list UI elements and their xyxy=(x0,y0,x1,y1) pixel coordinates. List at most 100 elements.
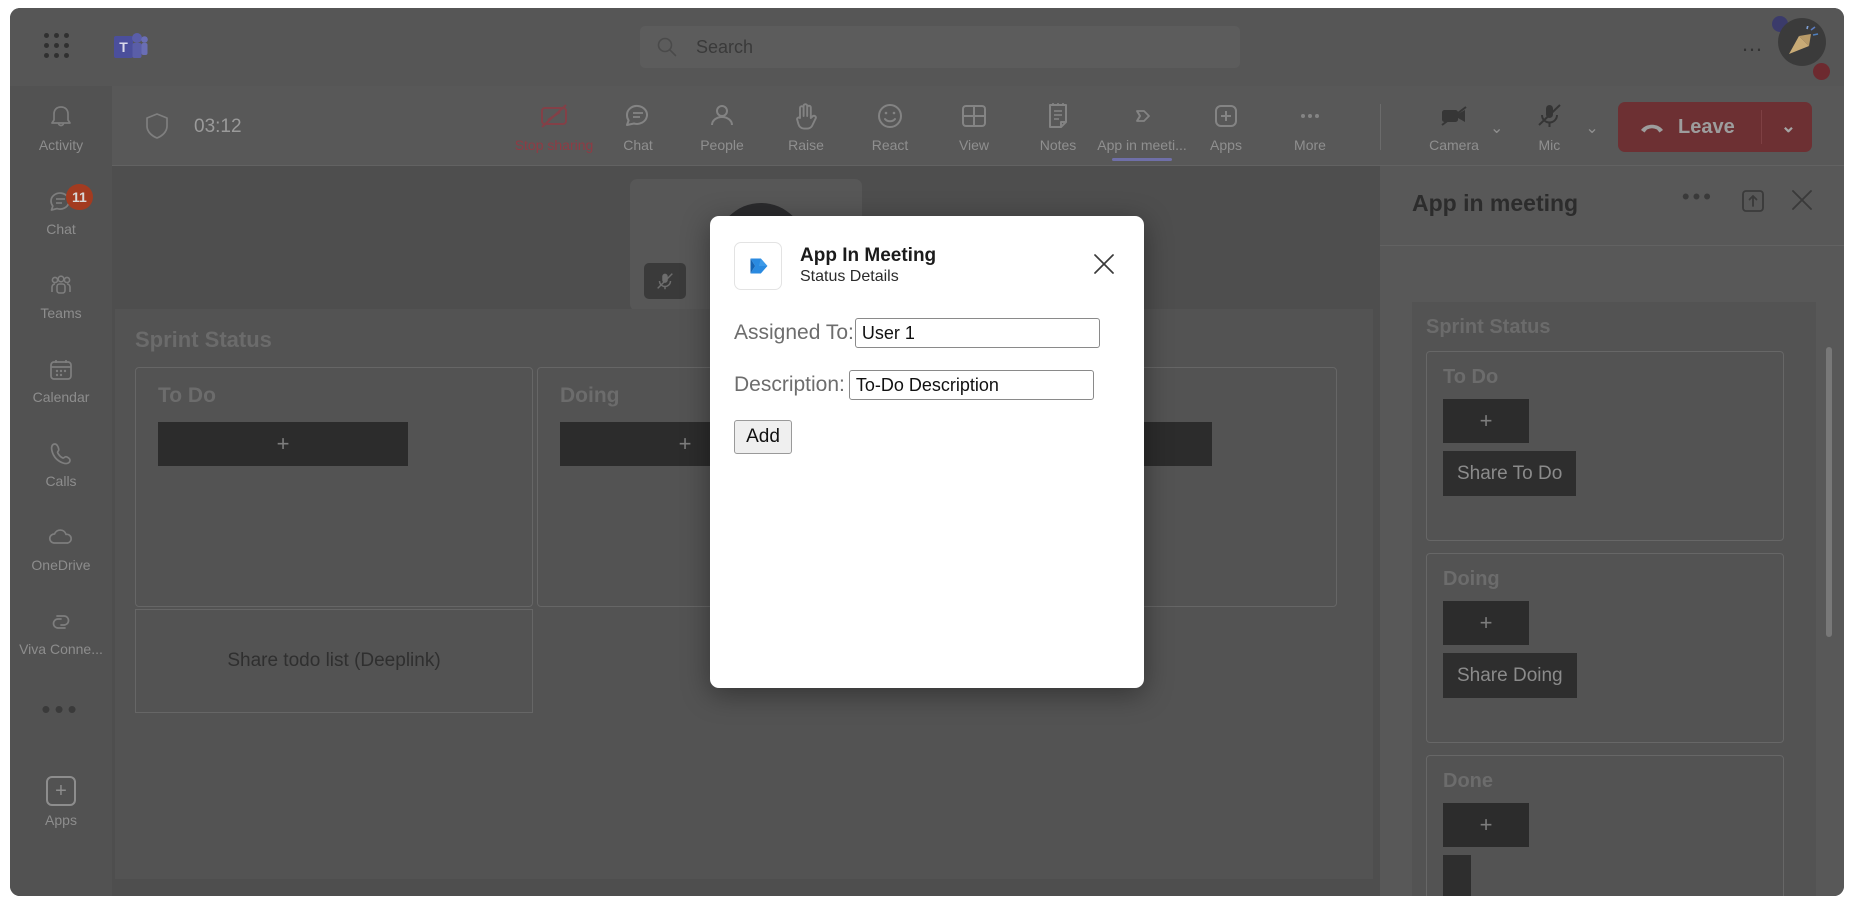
confetti-icon xyxy=(1785,24,1819,58)
calendar-icon xyxy=(47,356,75,384)
panel-board-title: Sprint Status xyxy=(1426,316,1551,338)
phone-icon xyxy=(47,440,75,468)
notes-icon xyxy=(1042,100,1074,132)
toolbar-chat[interactable]: Chat xyxy=(596,92,680,153)
dialog-subtitle: Status Details xyxy=(800,268,899,286)
close-icon[interactable] xyxy=(1092,252,1116,276)
sidebar-item-chat[interactable]: 11 Chat xyxy=(10,170,112,254)
leave-chevron-down-icon[interactable]: ⌄ xyxy=(1781,116,1796,137)
dialog-titles: App In Meeting Status Details xyxy=(800,244,936,289)
panel-more-button[interactable]: ••• xyxy=(1682,186,1714,208)
toolbar-notes[interactable]: Notes xyxy=(1016,92,1100,153)
phone-hangup-icon xyxy=(1638,113,1666,141)
toolbar-more[interactable]: More xyxy=(1268,92,1352,153)
column-title: To Do xyxy=(1443,366,1499,388)
sidebar-item-teams[interactable]: Teams xyxy=(10,254,112,338)
dialog-app-name: App In Meeting xyxy=(800,244,937,266)
description-label: Description: xyxy=(734,373,845,396)
stop-sharing-icon xyxy=(538,100,570,132)
toolbar-label: People xyxy=(700,137,744,153)
sidebar-item-activity[interactable]: Activity xyxy=(10,86,112,170)
add-button[interactable]: Add xyxy=(734,420,792,454)
toolbar-stop-sharing[interactable]: Stop sharing xyxy=(512,92,596,153)
ellipsis-icon xyxy=(1294,100,1326,132)
sidebar-more-button[interactable]: ••• xyxy=(10,674,112,744)
app-launcher-icon[interactable] xyxy=(42,31,72,61)
panel-column-done: Done + xyxy=(1426,755,1784,896)
toolbar-raise-hand[interactable]: Raise xyxy=(764,92,848,153)
toolbar-app-in-meeting[interactable]: App in meeti... xyxy=(1097,92,1187,161)
toolbar-label: Camera xyxy=(1429,137,1479,153)
add-todo-button[interactable]: + xyxy=(158,422,408,466)
share-todo-deeplink-button[interactable]: Share todo list (Deeplink) xyxy=(135,609,533,713)
panel-scrollbar[interactable] xyxy=(1826,347,1832,637)
assigned-to-row: Assigned To: xyxy=(734,314,1144,352)
plus-box-icon: + xyxy=(46,776,76,806)
toolbar-mic[interactable]: Mic xyxy=(1507,92,1591,153)
assigned-to-label: Assigned To: xyxy=(734,321,854,344)
sidebar-item-calendar[interactable]: Calendar xyxy=(10,338,112,422)
toolbar-divider xyxy=(1380,104,1381,150)
app-in-meeting-panel: App in meeting ••• Sprint Status To Do +… xyxy=(1380,166,1844,896)
toolbar-view[interactable]: View xyxy=(932,92,1016,153)
bell-icon xyxy=(47,104,75,132)
toolbar-label: Chat xyxy=(623,137,653,153)
toolbar-label: View xyxy=(958,137,990,153)
app-logo-icon xyxy=(734,242,782,290)
smiley-icon xyxy=(874,100,906,132)
sidebar-item-label: Apps xyxy=(45,812,77,828)
sidebar-item-label: Calls xyxy=(45,472,77,489)
grid-icon xyxy=(958,100,990,132)
panel-share-done-button[interactable] xyxy=(1443,855,1471,896)
chat-unread-badge: 11 xyxy=(66,184,93,210)
toolbar-label: Apps xyxy=(1210,137,1242,153)
panel-header: App in meeting ••• xyxy=(1380,166,1844,246)
panel-body: Sprint Status To Do + Share To Do Doing … xyxy=(1380,247,1844,896)
toolbar-label: Mic xyxy=(1538,137,1561,153)
column-title: To Do xyxy=(158,384,216,407)
description-input[interactable] xyxy=(848,370,1094,400)
left-rail: Activity 11 Chat Teams Calendar Calls On… xyxy=(10,86,112,896)
close-icon[interactable] xyxy=(1788,186,1816,214)
toolbar-label: Stop sharing xyxy=(514,137,594,153)
search-bar[interactable]: Search xyxy=(640,26,1240,68)
toolbar-label: Raise xyxy=(788,137,824,153)
sidebar-item-apps[interactable]: + Apps xyxy=(10,760,112,844)
toolbar-camera[interactable]: Camera xyxy=(1412,92,1496,153)
sidebar-item-onedrive[interactable]: OneDrive xyxy=(10,506,112,590)
viva-icon xyxy=(47,608,75,636)
leave-button-label: Leave xyxy=(1678,115,1735,138)
app-root: T Search … Activity 11 Chat Teams Calend… xyxy=(0,0,1852,904)
leave-button[interactable]: Leave ⌄ xyxy=(1618,102,1812,152)
column-title: Done xyxy=(1443,770,1493,792)
search-icon xyxy=(656,36,678,58)
toolbar-apps[interactable]: Apps xyxy=(1184,92,1268,153)
panel-add-todo-button[interactable]: + xyxy=(1443,399,1529,443)
panel-app-content: Sprint Status To Do + Share To Do Doing … xyxy=(1412,302,1816,896)
app-icon xyxy=(1126,100,1158,132)
title-more-button[interactable]: … xyxy=(1741,33,1766,55)
panel-share-doing-button[interactable]: Share Doing xyxy=(1443,653,1577,698)
plus-box-icon xyxy=(1210,100,1242,132)
cloud-icon xyxy=(47,524,75,552)
teams-logo-icon: T xyxy=(114,31,148,63)
panel-title: App in meeting xyxy=(1412,190,1579,216)
sidebar-item-calls[interactable]: Calls xyxy=(10,422,112,506)
assigned-to-input[interactable] xyxy=(854,318,1100,348)
panel-add-doing-button[interactable]: + xyxy=(1443,601,1529,645)
panel-share-todo-button[interactable]: Share To Do xyxy=(1443,451,1577,496)
mic-off-icon xyxy=(1533,100,1565,132)
toolbar-react[interactable]: React xyxy=(848,92,932,153)
sidebar-item-viva-connections[interactable]: Viva Conne... xyxy=(10,590,112,674)
toolbar-people[interactable]: People xyxy=(680,92,764,153)
popout-icon[interactable] xyxy=(1740,188,1766,214)
toolbar-label: React xyxy=(871,137,909,153)
panel-column-doing: Doing + Share Doing xyxy=(1426,553,1784,743)
svg-text:T: T xyxy=(119,39,128,55)
panel-add-done-button[interactable]: + xyxy=(1443,803,1529,847)
toolbar-label: App in meeti... xyxy=(1097,137,1187,153)
sidebar-item-label: Viva Conne... xyxy=(19,640,103,657)
avatar[interactable] xyxy=(1778,18,1826,66)
sidebar-item-label: Teams xyxy=(40,304,82,321)
camera-off-icon xyxy=(1438,100,1470,132)
